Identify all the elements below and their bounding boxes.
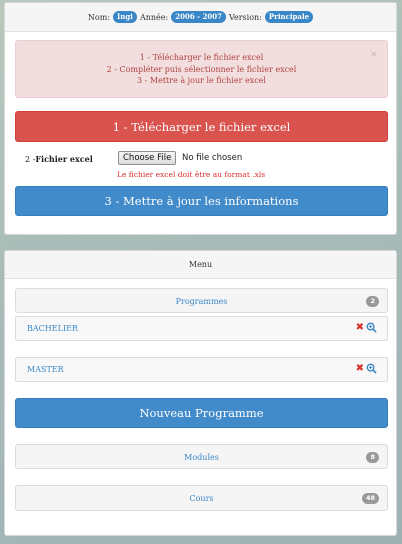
new-program-button[interactable]: Nouveau Programme bbox=[15, 398, 388, 428]
version-badge: Principale bbox=[264, 11, 314, 23]
program-name[interactable]: MASTER bbox=[27, 365, 64, 374]
alert-line-1: 1 - Télécharger le fichier excel bbox=[139, 53, 264, 62]
programmes-panel[interactable]: Programmes 2 bbox=[15, 288, 388, 313]
programmes-count-badge: 2 bbox=[366, 296, 379, 307]
modules-label[interactable]: Modules bbox=[16, 453, 387, 462]
programmes-label[interactable]: Programmes bbox=[16, 297, 387, 306]
program-name[interactable]: BACHELIER bbox=[27, 324, 78, 333]
no-file-text: No file chosen bbox=[182, 153, 243, 163]
cours-panel[interactable]: Cours 48 bbox=[15, 485, 388, 511]
program-item-master: MASTER ✖ bbox=[15, 357, 388, 382]
modules-count-badge: 8 bbox=[366, 452, 379, 463]
alert-line-2: 2 - Compléter puis sélectionner le fichi… bbox=[106, 64, 297, 74]
version-label: Version: bbox=[228, 12, 262, 22]
close-icon[interactable]: × bbox=[370, 50, 378, 60]
file-label-prefix: 2 - bbox=[25, 154, 36, 164]
annee-label: Année: bbox=[139, 12, 169, 22]
file-field-label: 2 - Fichier excel bbox=[25, 151, 93, 167]
nom-label: Nom: bbox=[87, 12, 111, 22]
alert-line-3: 3 - Mettre à jour le fichier excel bbox=[137, 76, 266, 85]
delete-x-icon[interactable]: ✖ bbox=[356, 322, 364, 333]
program-item-bachelier: BACHELIER ✖ bbox=[15, 316, 388, 341]
instructions-alert: × 1 - Télécharger le fichier excel 2 - C… bbox=[15, 40, 388, 98]
magnifier-icon[interactable] bbox=[366, 322, 377, 333]
choose-file-button[interactable]: Choose File bbox=[118, 151, 177, 165]
cours-label[interactable]: Cours bbox=[16, 494, 387, 503]
annee-badge: 2006 - 2007 bbox=[171, 11, 226, 23]
cours-count-badge: 48 bbox=[361, 493, 379, 504]
file-label: Fichier excel bbox=[35, 154, 93, 164]
magnifier-icon[interactable] bbox=[366, 363, 377, 374]
download-excel-button[interactable]: 1 - Télécharger le fichier excel bbox=[15, 111, 388, 142]
upload-card: Nom: Ingi Année: 2006 - 2007 Version: Pr… bbox=[4, 2, 397, 235]
update-info-button[interactable]: 3 - Mettre à jour les informations bbox=[15, 186, 388, 216]
nom-badge: Ingi bbox=[113, 11, 137, 23]
context-info-bar: Nom: Ingi Année: 2006 - 2007 Version: Pr… bbox=[5, 3, 396, 32]
menu-title: Menu bbox=[5, 251, 396, 279]
menu-card: Menu Programmes 2 BACHELIER ✖ MASTER ✖ N… bbox=[4, 250, 397, 536]
file-error-message: Le fichier excel doit être au format .xl… bbox=[117, 170, 266, 179]
modules-panel[interactable]: Modules 8 bbox=[15, 444, 388, 469]
delete-x-icon[interactable]: ✖ bbox=[356, 363, 364, 374]
